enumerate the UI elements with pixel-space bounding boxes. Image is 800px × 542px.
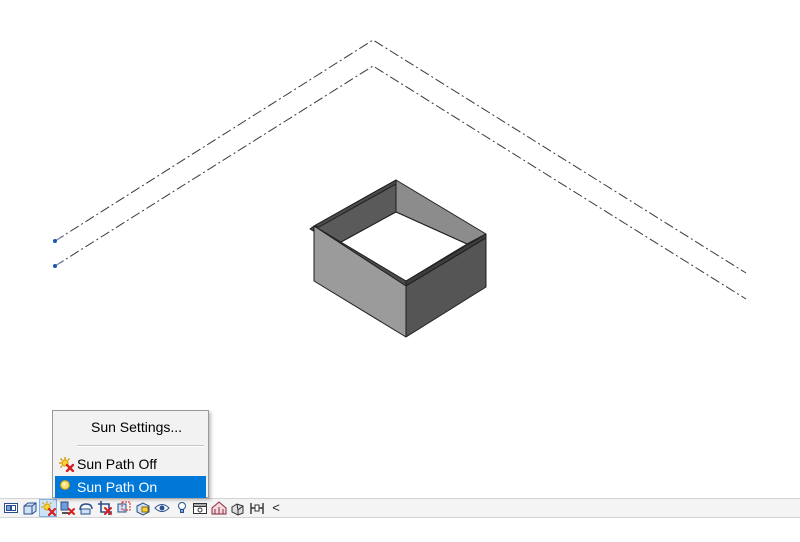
temporary-hide-isolate-icon[interactable] — [154, 500, 170, 516]
sun-path-menu: Sun Settings... Sun Path Off Sun Path On — [52, 410, 209, 498]
detail-level-icon[interactable] — [22, 500, 38, 516]
sun-path-on-label: Sun Path On — [77, 479, 158, 495]
highlight-displacement-icon[interactable] — [230, 500, 246, 516]
menu-separator — [77, 445, 204, 447]
temporary-view-properties-icon[interactable] — [192, 500, 208, 516]
sun-off-icon — [58, 456, 75, 473]
reveal-constraints-icon[interactable] — [249, 500, 265, 516]
shadows-icon[interactable] — [59, 500, 75, 516]
sun-path-icon[interactable] — [39, 499, 57, 517]
sun-path-off-menu-item[interactable]: Sun Path Off — [55, 453, 206, 475]
reveal-hidden-elements-icon[interactable] — [174, 500, 190, 516]
line-end-markers — [53, 235, 65, 268]
sun-settings-label: Sun Settings... — [91, 419, 183, 435]
show-rendering-dialog-icon[interactable] — [78, 500, 94, 516]
wall-box — [309, 179, 487, 338]
sun-path-on-menu-item[interactable]: Sun Path On — [55, 476, 206, 498]
show-crop-region-icon[interactable] — [116, 500, 132, 516]
sun-on-icon — [58, 479, 74, 495]
show-analytical-model-icon[interactable] — [211, 500, 227, 516]
sun-settings-menu-item[interactable]: Sun Settings... — [55, 416, 206, 438]
sun-path-off-label: Sun Path Off — [77, 456, 157, 472]
unlock-3d-view-icon[interactable] — [135, 500, 151, 516]
view-control-bar: < — [0, 498, 800, 518]
scale-icon[interactable] — [3, 500, 19, 516]
crop-view-icon[interactable] — [97, 500, 113, 516]
collapse-chevron-icon[interactable]: < — [268, 500, 284, 516]
